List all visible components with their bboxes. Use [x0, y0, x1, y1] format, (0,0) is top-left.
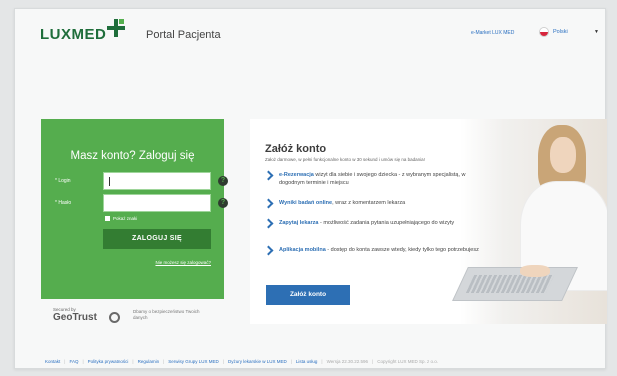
login-title: Masz konto? Zaloguj się: [70, 150, 195, 162]
footer: Kontakt | FAQ | Polityka prywatności | Regu…: [45, 359, 438, 364]
chevron-down-icon: ▼: [594, 28, 599, 35]
security-description: Dbamy o bezpieczeństwo Twoich danych: [133, 309, 200, 320]
polish-flag-icon: [539, 26, 549, 37]
footer-link-terms[interactable]: Regulamin: [138, 359, 160, 364]
emarket-link[interactable]: e-Market LUX MED: [471, 30, 514, 36]
footer-version: Wersja 22.30.22.596: [326, 359, 369, 364]
logo-text: LUXMED: [40, 25, 107, 43]
login-input[interactable]: [103, 172, 211, 190]
language-select[interactable]: Polski ▼: [539, 25, 599, 38]
geotrust-seal-icon: [109, 312, 120, 323]
footer-link-privacy[interactable]: Polityka prywatności: [88, 359, 129, 364]
password-label: * Hasło: [55, 200, 72, 206]
chevron-right-icon: [263, 245, 274, 256]
login-label: * Login: [55, 178, 71, 184]
feature-title: Zapytaj lekarza: [279, 220, 319, 226]
chevron-right-icon: [263, 218, 274, 229]
forgot-password-link[interactable]: Nie możesz się zalogować?: [103, 260, 211, 265]
footer-link-contact[interactable]: Kontakt: [45, 359, 60, 364]
text-cursor: [109, 177, 110, 186]
footer-link-services[interactable]: Lista usług: [296, 359, 318, 364]
footer-copyright: Copyright LUX MED Sp. z o.o.: [377, 359, 438, 364]
password-input[interactable]: [103, 194, 211, 212]
language-label: Polski: [553, 28, 568, 35]
feature-title: Wyniki badań online: [279, 200, 333, 206]
geotrust-name: GeoTrust: [53, 312, 97, 323]
cross-icon: [107, 19, 126, 37]
chevron-right-icon: [263, 198, 274, 209]
login-panel: Masz konto? Zaloguj się * Login ? * Hasł…: [41, 119, 228, 299]
login-button[interactable]: ZALOGUJ SIĘ: [103, 229, 211, 249]
portal-title: Portal Pacjenta: [146, 29, 221, 41]
show-password-label: Pokaż znaki: [113, 216, 138, 221]
register-panel: Załóż konto Założ darmowe, w pełni funkc…: [250, 119, 607, 324]
checkbox-icon: [105, 216, 110, 221]
footer-link-faq[interactable]: FAQ: [69, 359, 78, 364]
feature-text: - dostęp do konta zawsze wtedy, kiedy ty…: [325, 247, 479, 253]
feature-title: e-Rezerwacja: [279, 172, 314, 178]
feature-title: Aplikacja mobilna: [279, 247, 326, 253]
show-password-checkbox[interactable]: Pokaż znaki: [105, 216, 137, 221]
woman-laptop-photo: [452, 119, 607, 324]
header: LUXMED Portal Pacjenta e-Market LUX MED …: [15, 9, 605, 61]
feature-text: - możliwość zadania pytania uzupełniając…: [318, 220, 455, 226]
page-frame: LUXMED Portal Pacjenta e-Market LUX MED …: [14, 8, 607, 369]
luxmed-logo[interactable]: LUXMED: [40, 19, 126, 43]
chevron-right-icon: [263, 170, 274, 181]
password-help-icon[interactable]: ?: [218, 198, 228, 208]
register-title: Załóż konto: [265, 143, 327, 155]
register-subtitle: Założ darmowe, w pełni funkcjonalne kont…: [265, 157, 425, 162]
footer-link-group-sites[interactable]: Serwisy Grupy LUX MED: [168, 359, 219, 364]
login-help-icon[interactable]: ?: [218, 176, 228, 186]
geotrust-badge[interactable]: Secured by GeoTrust: [53, 307, 120, 323]
footer-link-duty-doctors[interactable]: Dyżury lekarskie w LUX MED: [228, 359, 287, 364]
register-button[interactable]: Załóż konto: [266, 285, 350, 305]
feature-text: , wraz z komentarzem lekarza: [332, 200, 406, 206]
